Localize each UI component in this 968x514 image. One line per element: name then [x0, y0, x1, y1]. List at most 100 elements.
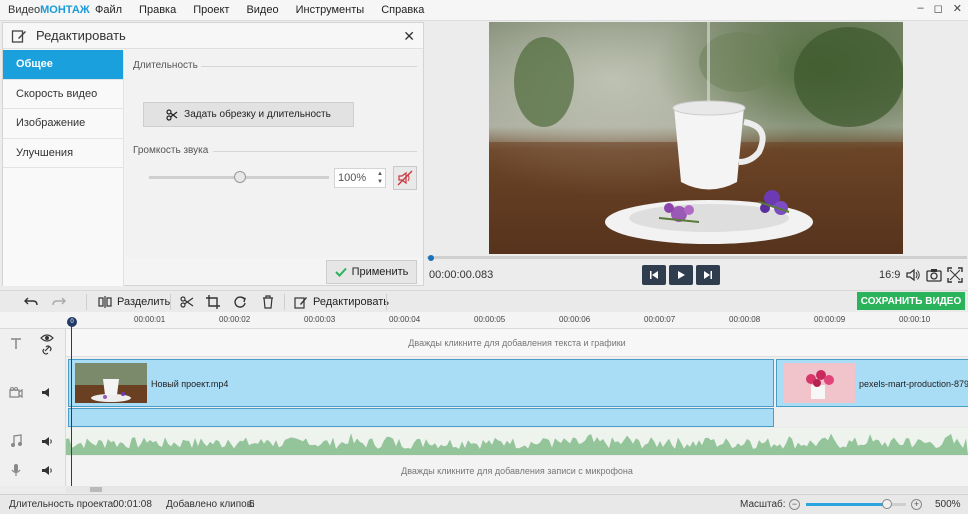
ruler-tick: 00:00:07 — [644, 315, 676, 324]
volume-section-label: Громкость звука — [133, 145, 209, 156]
audio-track[interactable] — [66, 428, 968, 455]
undo-icon[interactable] — [24, 294, 38, 310]
music-note-icon — [11, 434, 22, 447]
apply-button[interactable]: Применить — [326, 260, 417, 284]
trim-duration-button[interactable]: Задать обрезку и длительность — [143, 102, 354, 127]
split-button[interactable]: Разделить — [98, 294, 170, 310]
link-icon[interactable] — [42, 345, 52, 355]
check-icon — [334, 267, 347, 277]
scale-value: 500% — [935, 499, 961, 510]
ruler-tick: 00:00:06 — [559, 315, 591, 324]
zoom-slider-fill — [806, 503, 886, 506]
trim-duration-label: Задать обрезку и длительность — [184, 109, 331, 120]
ruler-tick: 00:00:05 — [474, 315, 506, 324]
text-track[interactable]: Дважды кликните для добавления текста и … — [66, 329, 968, 357]
ruler-tick: 00:00:02 — [219, 315, 251, 324]
close-window-button[interactable]: ✕ — [953, 2, 962, 15]
app-logo: ВидеоМОНТАЖ — [8, 4, 90, 16]
save-video-button[interactable]: СОХРАНИТЬ ВИДЕО — [857, 292, 965, 310]
volume-value: 100% — [338, 172, 367, 184]
minimize-button[interactable]: – — [918, 2, 924, 15]
edit-panel-close-icon[interactable]: ✕ — [403, 28, 415, 45]
split-label: Разделить — [117, 296, 171, 308]
menu-project[interactable]: Проект — [193, 4, 229, 16]
mic-speaker-icon[interactable] — [41, 465, 53, 476]
video-clip-audio[interactable] — [68, 408, 774, 427]
mute-button[interactable] — [393, 166, 417, 190]
track-headers — [0, 329, 66, 486]
edit-button[interactable]: Редактировать — [294, 294, 389, 310]
timeline-scrollbar[interactable] — [66, 486, 968, 493]
audio-speaker-icon[interactable] — [41, 436, 53, 447]
playback-progress-track[interactable] — [427, 256, 967, 259]
split-icon — [98, 296, 112, 308]
playback-progress-knob[interactable] — [428, 255, 434, 261]
fullscreen-icon[interactable] — [947, 267, 963, 283]
menu-video[interactable]: Видео — [246, 4, 278, 16]
ruler-tick: 00:00:01 — [134, 315, 166, 324]
video-frame-image — [489, 22, 903, 254]
toolbar-divider — [86, 294, 87, 310]
nav-item-enhancements[interactable]: Улучшения — [3, 139, 123, 168]
scale-label: Масштаб: — [740, 499, 786, 510]
ruler-tick: 00:00:04 — [389, 315, 421, 324]
play-icon — [678, 271, 685, 279]
timeline-scrollbar-thumb[interactable] — [90, 487, 102, 492]
delete-trash-icon[interactable] — [261, 294, 275, 310]
microphone-track[interactable]: Дважды кликните для добавления записи с … — [66, 456, 968, 486]
toolbar-divider — [386, 294, 387, 310]
text-track-icon — [11, 338, 21, 349]
volume-input[interactable]: 100% ▲ ▼ — [334, 168, 386, 188]
playhead-handle[interactable]: 0 — [67, 317, 77, 327]
volume-icon[interactable] — [905, 267, 921, 283]
rotate-icon[interactable] — [233, 294, 247, 310]
video-audio-speaker-icon[interactable] — [41, 387, 53, 398]
ruler-tick: 00:00:08 — [729, 315, 761, 324]
ruler-tick: 00:00:10 — [899, 315, 931, 324]
snapshot-camera-icon[interactable] — [926, 267, 942, 283]
microphone-icon — [11, 464, 21, 476]
app-window: ВидеоМОНТАЖ Файл Правка Проект Видео Инс… — [0, 0, 968, 514]
scissors-icon[interactable] — [180, 294, 194, 310]
video-clip[interactable]: Новый проект.mp4 — [68, 359, 774, 407]
skip-back-icon — [650, 271, 658, 279]
edit-pencil-icon — [294, 297, 307, 309]
ruler-tick: 00:00:03 — [304, 315, 336, 324]
menu-tools[interactable]: Инструменты — [296, 4, 365, 16]
visibility-eye-icon[interactable] — [40, 333, 54, 343]
menu-file[interactable]: Файл — [95, 4, 122, 16]
clip-name: Новый проект.mp4 — [151, 379, 229, 389]
crop-icon[interactable] — [206, 294, 220, 310]
edit-panel: Редактировать ✕ Общее Скорость видео Изо… — [2, 22, 424, 286]
menu-help[interactable]: Справка — [381, 4, 424, 16]
skip-forward-button[interactable] — [696, 265, 720, 285]
aspect-ratio-selector[interactable]: 16:9 — [879, 269, 900, 281]
section-divider — [201, 66, 417, 67]
nav-item-general[interactable]: Общее — [3, 50, 123, 80]
clips-count-value: 5 — [249, 499, 255, 510]
video-frame[interactable] — [489, 22, 903, 254]
timeline-ruler[interactable]: 00:00:01 00:00:02 00:00:03 00:00:04 00:0… — [0, 312, 968, 329]
maximize-button[interactable]: ◻ — [934, 2, 943, 15]
skip-back-button[interactable] — [642, 265, 666, 285]
volume-slider-knob[interactable] — [234, 171, 246, 183]
redo-icon[interactable] — [52, 294, 66, 310]
volume-spinner-icon[interactable]: ▲ ▼ — [377, 170, 383, 186]
edit-label: Редактировать — [313, 296, 389, 308]
nav-item-image[interactable]: Изображение — [3, 109, 123, 139]
zoom-slider-knob[interactable] — [882, 499, 892, 509]
play-button[interactable] — [669, 265, 693, 285]
zoom-in-button[interactable]: + — [911, 499, 922, 510]
clip-thumbnail-image — [75, 363, 147, 403]
zoom-out-button[interactable]: − — [789, 499, 800, 510]
playhead-line[interactable] — [71, 318, 72, 488]
video-clip[interactable]: pexels-mart-production-879 — [776, 359, 968, 407]
toolbar-divider — [170, 294, 171, 310]
edit-panel-nav: Общее Скорость видео Изображение Улучшен… — [3, 50, 124, 286]
apply-label: Применить — [351, 266, 409, 278]
menu-edit[interactable]: Правка — [139, 4, 176, 16]
scissors-icon — [166, 108, 178, 121]
timecode: 00:00:00.083 — [429, 269, 494, 281]
nav-item-video-speed[interactable]: Скорость видео — [3, 80, 123, 109]
ruler-tick: 00:00:09 — [814, 315, 846, 324]
